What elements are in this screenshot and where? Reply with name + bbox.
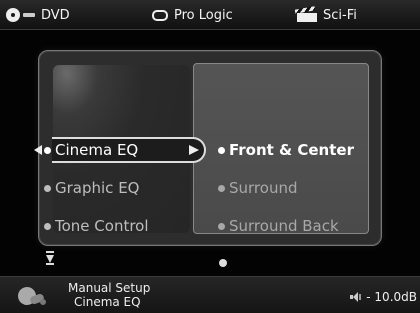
disc-tray-icon — [23, 13, 35, 17]
clapperboard-icon — [293, 6, 317, 22]
menu-item-label: Graphic EQ — [55, 179, 140, 197]
bullet-icon — [218, 184, 225, 192]
genre: Sci-Fi — [293, 6, 357, 23]
bullet-icon — [44, 222, 51, 230]
breadcrumb-current: Cinema EQ — [74, 295, 141, 309]
breadcrumb-parent: Manual Setup — [68, 281, 151, 295]
menu-item-surround-back[interactable]: Surround Back — [218, 214, 339, 238]
bullet-icon — [218, 146, 225, 154]
menu-item-tone-control[interactable]: Tone Control — [44, 214, 149, 238]
arrow-right-icon[interactable] — [189, 145, 199, 155]
status-bar: DVD Pro Logic Sci-Fi — [0, 0, 420, 30]
surround-mode: Pro Logic — [152, 7, 233, 23]
bullet-icon — [218, 222, 225, 230]
arrow-left-icon[interactable] — [34, 145, 42, 155]
menu-item-graphic-eq[interactable]: Graphic EQ — [44, 176, 139, 200]
menu-item-label: Tone Control — [55, 217, 149, 235]
scroll-down-icon — [46, 251, 54, 265]
disc-icon — [6, 8, 20, 22]
dolby-dd-icon — [152, 9, 168, 21]
input-source-label: DVD — [41, 7, 70, 23]
volume-value: - 10.0dB — [366, 290, 417, 304]
genre-label: Sci-Fi — [323, 7, 357, 23]
speaker-icon — [350, 292, 362, 302]
menu-item-front-center[interactable]: Front & Center — [218, 138, 354, 162]
osd-screen: DVD Pro Logic Sci-Fi Cinema EQ Graphic E… — [0, 0, 420, 313]
menu-item-surround[interactable]: Surround — [218, 176, 297, 200]
menu-item-cinema-eq[interactable]: Cinema EQ — [44, 138, 138, 162]
input-source: DVD — [6, 7, 70, 23]
volume-readout: - 10.0dB — [350, 290, 417, 304]
menu-item-label: Front & Center — [229, 141, 354, 159]
footer-bar: Manual Setup Cinema EQ - 10.0dB — [0, 276, 420, 313]
menu-item-label: Surround — [229, 179, 298, 197]
surround-mode-label: Pro Logic — [174, 7, 233, 23]
setup-icon — [14, 283, 48, 309]
menu-item-label: Surround Back — [229, 217, 339, 235]
page-indicator-icon — [219, 259, 227, 267]
menu-item-label: Cinema EQ — [55, 141, 139, 159]
bullet-icon — [44, 184, 51, 192]
bullet-icon — [44, 146, 51, 154]
